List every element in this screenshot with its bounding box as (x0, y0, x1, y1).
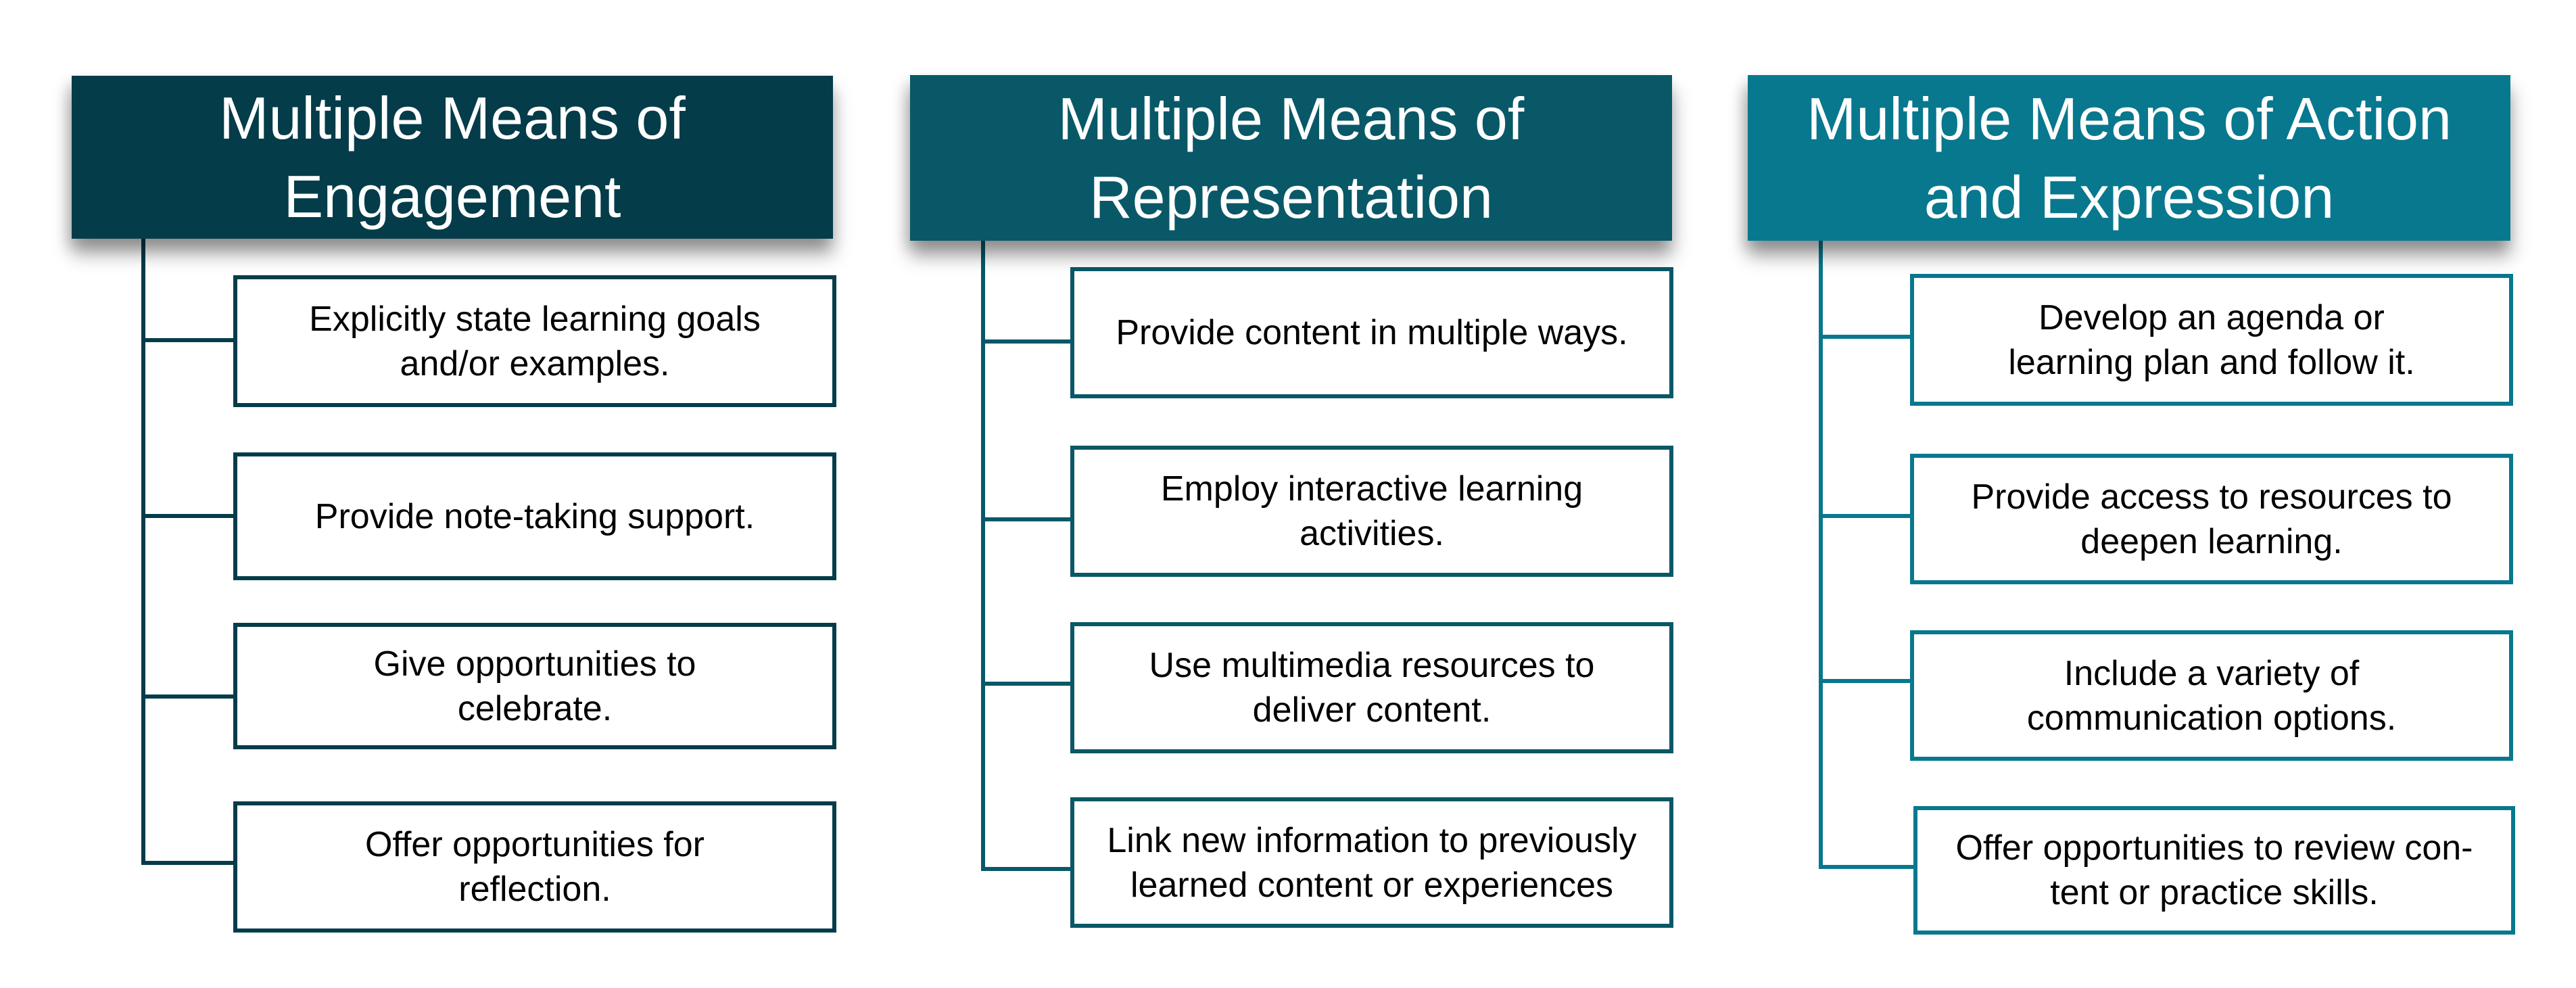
strategy-text-line: Provide content in multiple ways. (1116, 313, 1628, 352)
connector-branch (1819, 865, 1915, 869)
strategy-text-line: reflection. (458, 870, 611, 909)
strategy-text-line: Develop an agenda or (2038, 298, 2385, 337)
header-engagement: Multiple Means of Engagement (72, 76, 833, 239)
strategy-text-line: learning plan and follow it. (2008, 342, 2415, 382)
connector-branch (1819, 679, 1912, 683)
strategy-text-line: deepen learning. (2080, 521, 2343, 561)
strategy-text-line: Provide access to resources to (1971, 477, 2452, 517)
connector-branch (1819, 514, 1912, 518)
strategy-box: Develop an agenda or learning plan and f… (1910, 274, 2513, 406)
strategy-text-line: tent or practice skills. (2050, 873, 2379, 912)
strategy-box: Give opportunities to celebrate. (233, 623, 836, 749)
strategy-text-line: Explicitly state learning goals (309, 299, 761, 339)
strategy-text-line: Employ interactive learning (1160, 469, 1583, 509)
strategy-text-line: learned content or experiences (1130, 865, 1613, 905)
strategy-box: Provide access to resources to deepen le… (1910, 454, 2513, 584)
strategy-text-line: Include a variety of (2064, 653, 2360, 693)
connector-trunk (981, 241, 985, 871)
strategy-text-line: Offer opportunities for (365, 825, 705, 864)
strategy-box: Offer opportunities for reflection. (233, 801, 836, 933)
connector-branch (141, 861, 236, 865)
connector-branch (141, 338, 236, 342)
connector-branch (981, 682, 1073, 686)
connector-branch (981, 517, 1073, 521)
strategy-box: Provide content in multiple ways. (1070, 267, 1673, 398)
strategy-box: Provide note-taking support. (233, 452, 836, 580)
connector-branch (981, 867, 1073, 871)
strategy-text-line: celebrate. (457, 688, 613, 728)
header-action-expression: Multiple Means of Action and Expression (1748, 75, 2510, 241)
strategy-box: Include a variety of communication optio… (1910, 630, 2513, 761)
strategy-box: Link new information to previously learn… (1070, 797, 1673, 928)
header-title-line: Engagement (283, 162, 621, 230)
strategy-text-line: Offer opportunities to review con- (1955, 828, 2473, 868)
strategy-box: Use multimedia resources to deliver cont… (1070, 622, 1673, 753)
header-title-line: Representation (1089, 163, 1493, 231)
connector-branch (1819, 335, 1912, 339)
strategy-text-line: Link new information to previously (1107, 820, 1637, 860)
connector-trunk (141, 239, 145, 865)
strategy-text-line: communication options. (2026, 698, 2397, 738)
strategy-text-line: Give opportunities to (373, 644, 696, 684)
strategy-text-line: Use multimedia resources to (1149, 646, 1595, 685)
strategy-text-line: and/or examples. (400, 344, 670, 383)
header-representation: Multiple Means of Representation (910, 75, 1672, 241)
connector-branch (141, 514, 236, 518)
header-title-line: Multiple Means of (219, 84, 686, 151)
connector-branch (141, 695, 236, 699)
strategy-box: Employ interactive learning activities. (1070, 446, 1673, 577)
strategy-text-line: Provide note-taking support. (314, 496, 755, 536)
strategy-box: Offer opportunities to review con- tent … (1913, 806, 2515, 935)
strategy-text-line: activities. (1299, 514, 1444, 553)
header-title-line: and Expression (1924, 163, 2335, 231)
header-title-line: Multiple Means of Action (1807, 85, 2452, 152)
connector-branch (981, 339, 1073, 344)
strategy-box: Explicitly state learning goals and/or e… (233, 275, 836, 407)
header-title-line: Multiple Means of (1057, 85, 1525, 152)
strategy-text-line: deliver content. (1252, 690, 1492, 730)
